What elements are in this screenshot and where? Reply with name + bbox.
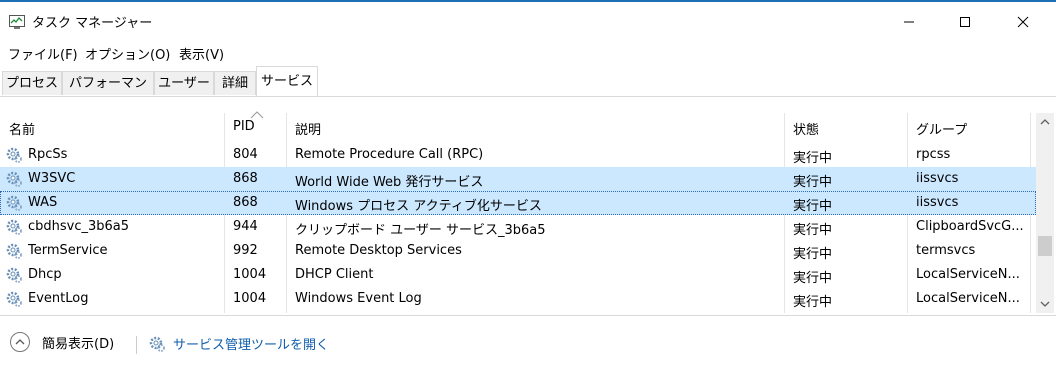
cell-pid: 868 xyxy=(233,171,258,186)
cell-description: Windows プロセス アクティブ化サービス xyxy=(295,199,542,214)
fewer-details-button[interactable]: 簡易表示(D) xyxy=(10,332,114,352)
service-gear-icon xyxy=(5,194,23,212)
cell-status: 実行中 xyxy=(793,247,833,262)
cell-name: RpcSs xyxy=(28,147,68,162)
open-services-link[interactable]: サービス管理ツールを開く xyxy=(148,334,329,353)
cell-description: Windows Event Log xyxy=(295,291,422,306)
footer: 簡易表示(D) サービス管理ツールを開く xyxy=(0,316,1056,372)
title-bar[interactable]: タスク マネージャー xyxy=(0,2,1056,40)
cell-status: 実行中 xyxy=(793,151,833,166)
cell-pid: 868 xyxy=(233,195,258,210)
table-row[interactable]: cbdhsvc_3b6a5 944 クリップボード ユーザー サービス_3b6a… xyxy=(0,215,1036,239)
cell-group: termsvcs xyxy=(916,243,976,258)
minimize-button[interactable] xyxy=(886,4,932,40)
table-row[interactable]: RpcSs 804 Remote Procedure Call (RPC) 実行… xyxy=(0,143,1036,167)
scrollbar-thumb[interactable] xyxy=(1038,236,1052,256)
column-header-status[interactable]: 状態 xyxy=(793,119,819,138)
cell-name: TermService xyxy=(28,243,108,258)
column-header-name[interactable]: 名前 xyxy=(9,119,35,138)
maximize-button[interactable] xyxy=(942,4,988,40)
cell-pid: 1004 xyxy=(233,291,267,306)
cell-name: EventLog xyxy=(28,291,89,306)
cell-group: LocalServiceN... xyxy=(916,267,1020,282)
service-gear-icon xyxy=(5,146,23,164)
cell-name: WAS xyxy=(28,195,58,210)
maximize-icon xyxy=(960,17,970,27)
cell-name: W3SVC xyxy=(28,171,76,186)
cell-pid: 1004 xyxy=(233,267,267,282)
task-manager-icon xyxy=(9,14,25,30)
fewer-details-label: 簡易表示(D) xyxy=(42,336,115,352)
column-header-description[interactable]: 説明 xyxy=(295,119,321,138)
footer-separator xyxy=(136,336,137,354)
column-header-group[interactable]: グループ xyxy=(916,119,967,138)
cell-status: 実行中 xyxy=(793,223,833,238)
cell-pid: 804 xyxy=(233,147,258,162)
tab-strip: プロセス パフォーマンス ユーザー 詳細 サービス xyxy=(0,66,1056,115)
vertical-scrollbar[interactable] xyxy=(1036,113,1054,313)
service-gear-icon xyxy=(5,290,23,308)
chevron-up-circle-icon xyxy=(10,332,30,352)
cell-status: 実行中 xyxy=(793,295,833,310)
tab-users[interactable]: ユーザー xyxy=(154,71,214,95)
open-services-label: サービス管理ツールを開く xyxy=(173,338,330,353)
cell-pid: 944 xyxy=(233,219,258,234)
tab-services[interactable]: サービス xyxy=(256,66,318,97)
tab-details[interactable]: 詳細 xyxy=(214,71,256,95)
column-header-row: 名前 PID 説明 状態 グループ xyxy=(0,111,1036,141)
cell-group: iissvcs xyxy=(916,195,959,210)
cell-group: rpcss xyxy=(916,147,951,162)
cell-group: LocalServiceN... xyxy=(916,291,1020,306)
close-button[interactable] xyxy=(1000,4,1046,40)
cell-pid: 992 xyxy=(233,243,258,258)
menu-view[interactable]: 表示(V) xyxy=(179,44,224,63)
table-row[interactable]: WAS 868 Windows プロセス アクティブ化サービス 実行中 iiss… xyxy=(0,191,1036,215)
close-icon xyxy=(1017,16,1029,28)
menu-options[interactable]: オプション(O) xyxy=(85,44,170,63)
cell-description: DHCP Client xyxy=(295,267,374,282)
scroll-down-button[interactable] xyxy=(1036,295,1054,313)
cell-name: Dhcp xyxy=(28,267,62,282)
window-title: タスク マネージャー xyxy=(32,16,153,31)
tab-performance[interactable]: パフォーマンス xyxy=(62,71,154,115)
service-gear-icon xyxy=(148,335,168,353)
sort-up-icon xyxy=(250,111,264,119)
services-list: 名前 PID 説明 状態 グループ RpcSs 804 Remote Proce… xyxy=(0,97,1056,315)
cell-status: 実行中 xyxy=(793,175,833,190)
cell-description: World Wide Web 発行サービス xyxy=(295,175,484,190)
minimize-icon xyxy=(904,21,914,23)
table-row[interactable]: TermService 992 Remote Desktop Services … xyxy=(0,239,1036,263)
table-row[interactable]: W3SVC 868 World Wide Web 発行サービス 実行中 iiss… xyxy=(0,167,1036,191)
cell-description: クリップボード ユーザー サービス_3b6a5 xyxy=(295,223,546,238)
cell-group: iissvcs xyxy=(916,171,959,186)
menu-bar: ファイル(F) オプション(O) 表示(V) xyxy=(0,40,1056,64)
cell-status: 実行中 xyxy=(793,199,833,214)
chevron-down-icon xyxy=(1040,301,1050,307)
table-row[interactable]: Dhcp 1004 DHCP Client 実行中 LocalServiceN.… xyxy=(0,263,1036,287)
table-row[interactable]: EventLog 1004 Windows Event Log 実行中 Loca… xyxy=(0,287,1036,311)
service-gear-icon xyxy=(5,266,23,284)
tab-processes[interactable]: プロセス xyxy=(2,71,62,95)
column-header-pid[interactable]: PID xyxy=(233,119,255,134)
service-gear-icon xyxy=(5,218,23,236)
cell-description: Remote Desktop Services xyxy=(295,243,462,258)
scroll-up-button[interactable] xyxy=(1036,113,1054,131)
cell-status: 実行中 xyxy=(793,271,833,286)
service-gear-icon xyxy=(5,242,23,260)
cell-group: ClipboardSvcG... xyxy=(916,219,1024,234)
cell-name: cbdhsvc_3b6a5 xyxy=(28,219,130,234)
service-gear-icon xyxy=(5,170,23,188)
chevron-up-icon xyxy=(1040,119,1050,125)
cell-description: Remote Procedure Call (RPC) xyxy=(295,147,484,162)
menu-file[interactable]: ファイル(F) xyxy=(8,44,78,63)
